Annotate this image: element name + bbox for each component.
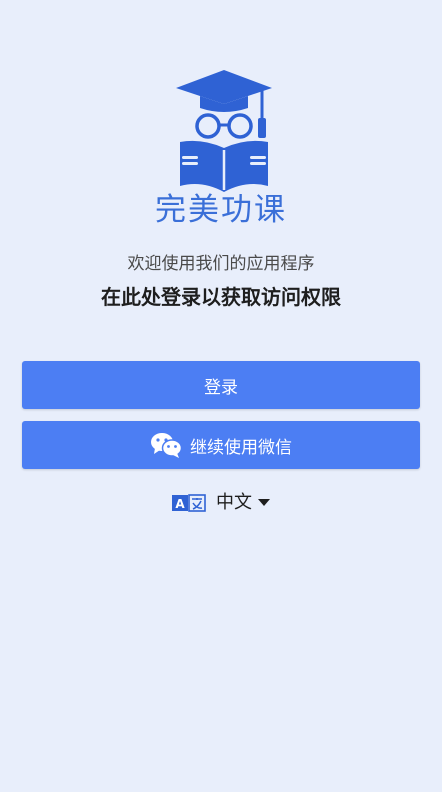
svg-text:A: A	[175, 497, 185, 511]
app-logo-icon	[176, 70, 272, 192]
wechat-icon	[151, 433, 182, 458]
app-name: 完美功课	[155, 192, 287, 228]
language-selector[interactable]: A 中文	[0, 489, 442, 517]
login-button-label: 登录	[204, 377, 238, 398]
translate-icon: A	[172, 494, 206, 512]
welcome-subtitle: 欢迎使用我们的应用程序	[127, 254, 315, 274]
chevron-down-icon	[258, 499, 270, 506]
language-current: 中文	[216, 492, 252, 513]
wechat-login-button[interactable]: 继续使用微信	[22, 421, 420, 469]
login-button[interactable]: 登录	[22, 361, 420, 409]
wechat-button-label: 继续使用微信	[190, 437, 292, 458]
login-instruction: 在此处登录以获取访问权限	[101, 285, 341, 309]
